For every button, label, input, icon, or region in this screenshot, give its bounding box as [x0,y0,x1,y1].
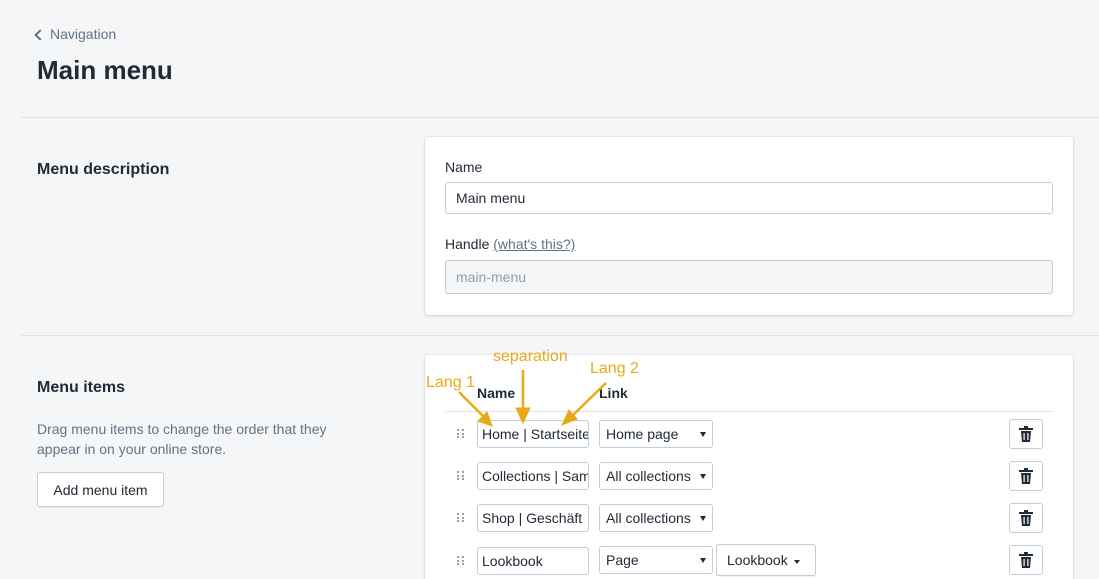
menu-item-name-input[interactable]: Shop | Geschäft [477,504,589,532]
trash-icon [1019,552,1033,568]
link-select-value: All collections [606,510,691,526]
caret-down-icon [700,558,706,563]
menu-items-description: Drag menu items to change the order that… [37,421,327,457]
drag-handle-icon[interactable] [457,471,465,481]
delete-item-button[interactable] [1009,545,1043,575]
page-select-value: Lookbook [727,552,788,568]
header-divider [445,411,1053,412]
delete-item-button[interactable] [1009,419,1043,449]
back-link-label: Navigation [50,26,117,42]
handle-label: Handle (what's this?) [445,236,575,252]
name-input[interactable]: Main menu [445,182,1053,214]
chevron-left-icon [34,28,46,41]
drag-handle-icon[interactable] [457,513,465,523]
menu-item-link-select[interactable]: All collections [599,462,713,490]
delete-item-button[interactable] [1009,503,1043,533]
page-title: Main menu [37,55,173,85]
handle-input: main-menu [445,260,1053,294]
menu-item-name-input[interactable]: Lookbook [477,547,589,575]
trash-icon [1019,468,1033,484]
name-label: Name [445,159,483,175]
link-select-value: Page [606,552,639,568]
handle-label-text: Handle [445,236,490,252]
link-select-value: All collections [606,468,691,484]
trash-icon [1019,510,1033,526]
divider [21,117,1099,118]
menu-description-title: Menu description [37,161,170,178]
divider [21,335,1099,336]
column-header-name: Name [477,385,516,401]
caret-down-icon [700,432,706,437]
back-link-navigation[interactable]: Navigation [34,26,117,42]
handle-help-link[interactable]: (what's this?) [493,236,575,252]
menu-items-title: Menu items [37,379,126,396]
menu-item-link-select[interactable]: Home page [599,420,713,448]
caret-down-icon [700,516,706,521]
drag-handle-icon[interactable] [457,429,465,439]
caret-down-icon [793,560,800,564]
annotation-separation: separation [493,348,568,365]
add-menu-item-button[interactable]: Add menu item [37,472,164,507]
annotation-lang2: Lang 2 [590,360,639,377]
delete-item-button[interactable] [1009,461,1043,491]
trash-icon [1019,426,1033,442]
annotation-lang1: Lang 1 [426,374,475,391]
column-header-link: Link [599,385,628,401]
menu-item-name-input[interactable]: Home | Startseite [477,420,589,448]
link-select-value: Home page [606,426,679,442]
drag-handle-icon[interactable] [457,556,465,566]
menu-item-link-select[interactable]: All collections [599,504,713,532]
menu-item-name-input[interactable]: Collections | Sammlungen [477,462,589,490]
menu-item-link-select[interactable]: Page [599,546,713,574]
page-select-button[interactable]: Lookbook [716,544,816,576]
caret-down-icon [700,474,706,479]
